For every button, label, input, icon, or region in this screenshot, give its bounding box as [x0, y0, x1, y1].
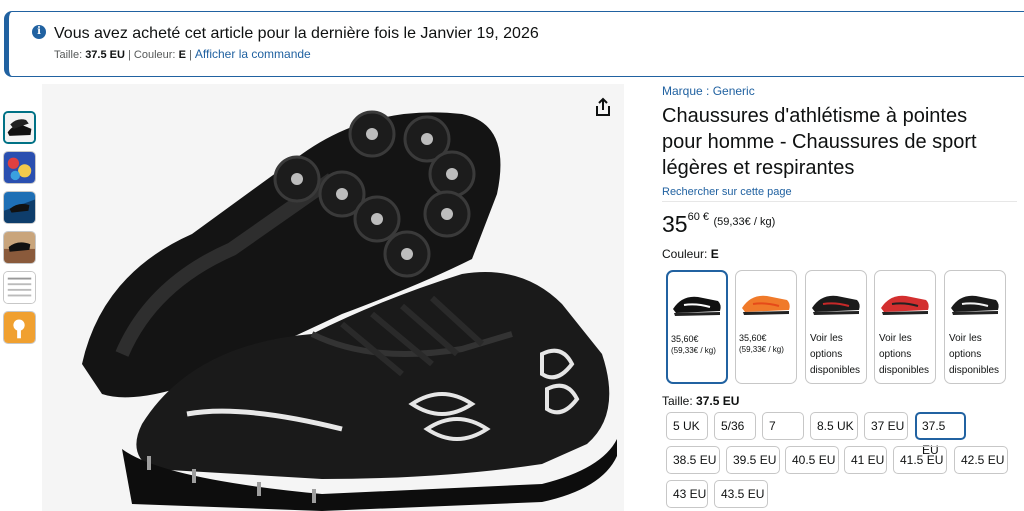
size-option[interactable]: 37 EU	[864, 412, 908, 440]
size-option[interactable]: 40.5 EU	[785, 446, 839, 474]
color-label: Couleur: E	[662, 247, 1022, 261]
swatch-unit-price: (59,33€ / kg)	[739, 345, 784, 354]
price-per-unit: (59,33€ / kg)	[713, 216, 776, 228]
swatch-image	[806, 271, 866, 329]
swatch-image	[736, 271, 796, 329]
purchase-details: Taille: 37.5 EU | Couleur: E | Afficher …	[54, 47, 311, 61]
swatch-availability-line: disponibles	[879, 365, 930, 376]
product-details: Marque : Generic Chaussures d'athlétisme…	[662, 84, 1022, 508]
share-icon[interactable]	[592, 96, 614, 118]
swatch-availability-line: options	[949, 349, 982, 360]
color-swatch-1[interactable]: 35,60€ (59,33€ / kg)	[666, 270, 728, 384]
swatch-image	[875, 271, 935, 329]
size-option[interactable]: 42.5 EU	[954, 446, 1008, 474]
purchase-color-prefix: Couleur:	[130, 49, 179, 61]
size-option[interactable]: 5 UK	[666, 412, 708, 440]
size-option[interactable]: 5/36	[714, 412, 756, 440]
swatch-availability-line: Voir les	[810, 333, 843, 344]
purchase-size-prefix: Taille:	[54, 49, 86, 61]
swatch-availability-line: options	[810, 349, 843, 360]
color-value: E	[710, 247, 719, 261]
separator: |	[188, 49, 192, 61]
swatch-availability: Voir les options disponibles	[806, 329, 866, 379]
spike-shoe-image	[42, 84, 624, 511]
thumbnail-6[interactable]	[3, 311, 36, 344]
size-option[interactable]: 41 EU	[844, 446, 887, 474]
swatch-price-value: 35,60€	[739, 333, 767, 343]
swatch-availability-line: options	[879, 349, 912, 360]
thumbnail-3[interactable]	[3, 191, 36, 224]
view-order-link[interactable]: Afficher la commande	[195, 47, 311, 61]
swatch-availability-line: disponibles	[810, 365, 861, 376]
swatch-image	[668, 272, 726, 330]
color-swatch-2[interactable]: 35,60€ (59,33€ / kg)	[735, 270, 797, 384]
info-icon: i	[32, 25, 46, 39]
swatch-unit-price: (59,33€ / kg)	[671, 346, 716, 355]
size-option[interactable]: 7	[762, 412, 804, 440]
size-option[interactable]: 41.5 EU	[893, 446, 947, 474]
thumbnail-5[interactable]	[3, 271, 36, 304]
purchase-message: Vous avez acheté cet article pour la der…	[54, 25, 539, 42]
swatch-availability-line: disponibles	[949, 365, 1000, 376]
swatch-price-value: 35,60€	[671, 334, 699, 344]
image-thumbnails	[3, 111, 37, 351]
size-option[interactable]: 43.5 EU	[714, 480, 768, 508]
swatch-availability: Voir les options disponibles	[945, 329, 1005, 379]
swatch-price: 35,60€ (59,33€ / kg)	[668, 330, 726, 356]
size-value: 37.5 EU	[696, 394, 740, 408]
purchase-size-value: 37.5 EU	[85, 49, 125, 61]
price-whole: 35	[662, 211, 688, 237]
size-label-text: Taille:	[662, 394, 697, 408]
purchase-color-value: E	[178, 49, 186, 61]
size-label: Taille: 37.5 EU	[662, 394, 739, 408]
color-label-text: Couleur:	[662, 247, 711, 261]
size-option[interactable]: 39.5 EU	[726, 446, 780, 474]
purchase-history-banner: i Vous avez acheté cet article pour la d…	[4, 11, 1024, 77]
size-option[interactable]: 43 EU	[666, 480, 708, 508]
product-title: Chaussures d'athlétisme à pointes pour h…	[662, 105, 977, 179]
color-swatch-4[interactable]: Voir les options disponibles	[874, 270, 936, 384]
size-option[interactable]: 37.5 EU	[915, 412, 966, 457]
color-swatch-3[interactable]: Voir les options disponibles	[805, 270, 867, 384]
price-block: 3560 € (59,33€ / kg)	[662, 211, 1022, 241]
thumbnail-2[interactable]	[3, 151, 36, 184]
size-option[interactable]: 8.5 UK	[810, 412, 858, 440]
brand-link[interactable]: Marque : Generic	[662, 84, 1022, 98]
main-product-image[interactable]	[42, 84, 624, 511]
size-option[interactable]: 38.5 EU	[666, 446, 720, 474]
swatch-availability-line: Voir les	[879, 333, 912, 344]
thumbnail-1[interactable]	[3, 111, 36, 144]
price-fraction: 60 €	[687, 211, 710, 223]
thumbnail-4[interactable]	[3, 231, 36, 264]
swatch-price: 35,60€ (59,33€ / kg)	[736, 329, 796, 355]
search-page-link[interactable]: Rechercher sur cette page	[662, 186, 1017, 202]
swatch-image	[945, 271, 1005, 329]
color-swatches: 35,60€ (59,33€ / kg) 35,60€ (59,33€ / kg) Vo…	[662, 270, 1022, 386]
color-swatch-5[interactable]: Voir les options disponibles	[944, 270, 1006, 384]
swatch-availability-line: Voir les	[949, 333, 982, 344]
swatch-availability: Voir les options disponibles	[875, 329, 935, 379]
